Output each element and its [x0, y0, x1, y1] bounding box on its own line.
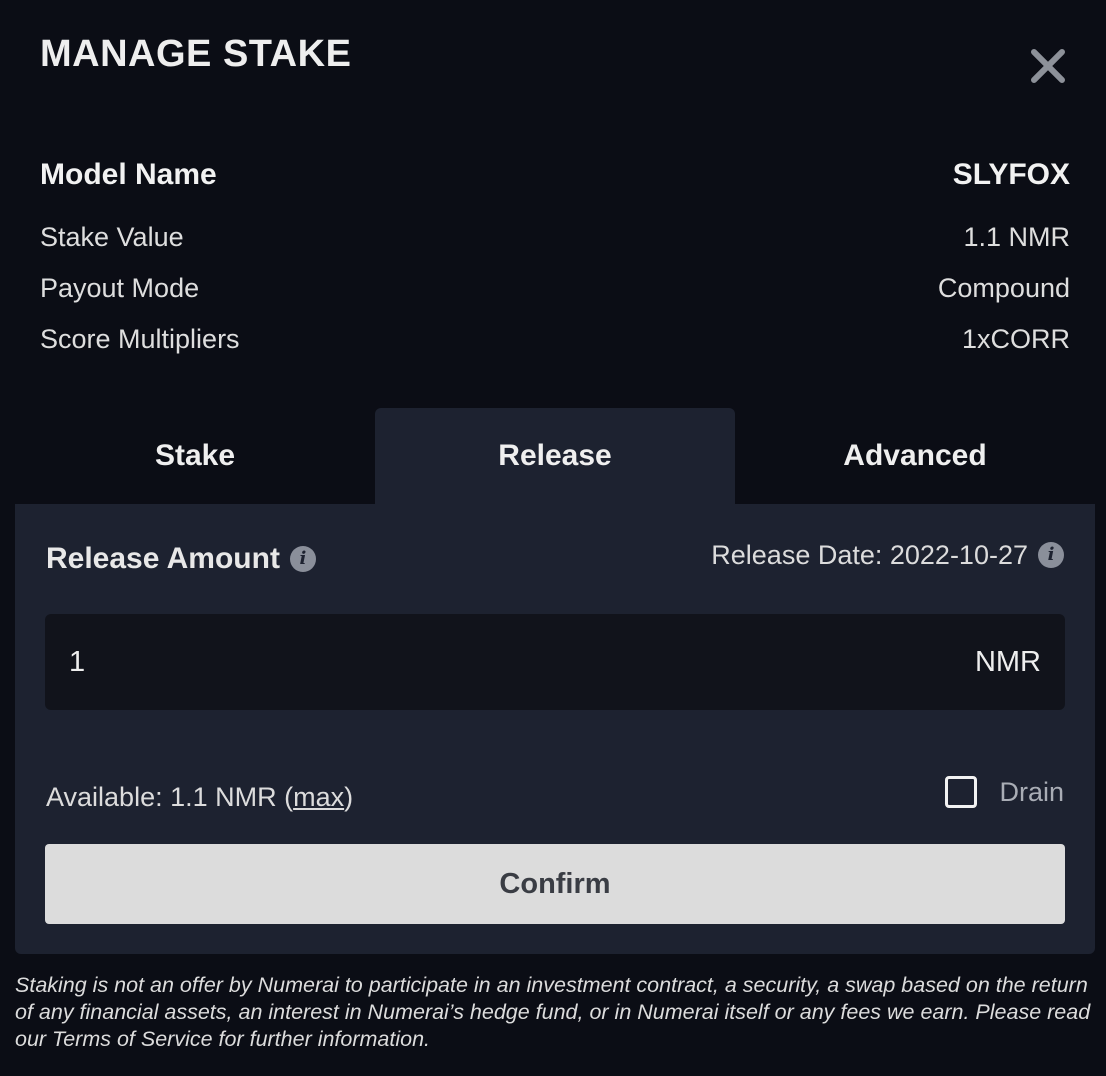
model-name-value: SLYFOX	[952, 158, 1070, 191]
tab-release[interactable]: Release	[375, 408, 735, 504]
available-balance: Available: 1.1 NMR (max)	[46, 780, 353, 814]
amount-unit: NMR	[974, 645, 1041, 678]
checkbox-icon[interactable]	[945, 776, 978, 808]
disclaimer-text: Staking is not an offer by Numerai to pa…	[15, 973, 1091, 1051]
release-date-text: Release Date: 2022-10-27	[711, 540, 1028, 570]
release-date: Release Date: 2022-10-27 i	[711, 538, 1064, 572]
drain-label: Drain	[999, 776, 1064, 807]
close-button[interactable]	[1024, 42, 1072, 90]
tab-advanced[interactable]: Advanced	[735, 408, 1095, 504]
payout-mode-label: Payout Mode	[40, 273, 200, 303]
release-amount-heading: Release Amount i	[46, 540, 316, 578]
release-amount-field: NMR	[45, 614, 1065, 710]
drain-toggle[interactable]: Drain	[945, 776, 1064, 808]
confirm-button[interactable]: Confirm	[45, 844, 1065, 924]
stake-value-row: Stake Value 1.1 NMR	[40, 220, 1070, 254]
payout-mode-value: Compound	[937, 273, 1070, 303]
available-text: Available: 1.1 NMR (	[46, 782, 294, 812]
available-suffix: )	[344, 782, 354, 812]
tab-stake[interactable]: Stake	[15, 408, 375, 504]
release-amount-label: Release Amount	[46, 542, 280, 575]
payout-mode-row: Payout Mode Compound	[40, 271, 1070, 305]
model-name-label: Model Name	[40, 158, 217, 191]
model-name-row: Model Name SLYFOX	[40, 158, 1070, 192]
tab-bar: Stake Release Advanced	[15, 408, 1095, 504]
score-multipliers-label: Score Multipliers	[40, 324, 240, 354]
info-icon[interactable]: i	[289, 546, 316, 572]
close-icon	[1031, 49, 1065, 83]
score-multipliers-value: 1xCORR	[961, 324, 1070, 354]
page-title: MANAGE STAKE	[40, 33, 352, 75]
max-link[interactable]: max	[293, 782, 344, 812]
stake-value-label: Stake Value	[40, 222, 184, 252]
release-amount-input[interactable]	[45, 614, 975, 710]
info-icon[interactable]: i	[1038, 542, 1064, 568]
stake-value: 1.1 NMR	[963, 222, 1070, 252]
score-multipliers-row: Score Multipliers 1xCORR	[40, 322, 1070, 356]
release-panel: Release Amount i Release Date: 2022-10-2…	[15, 504, 1095, 954]
